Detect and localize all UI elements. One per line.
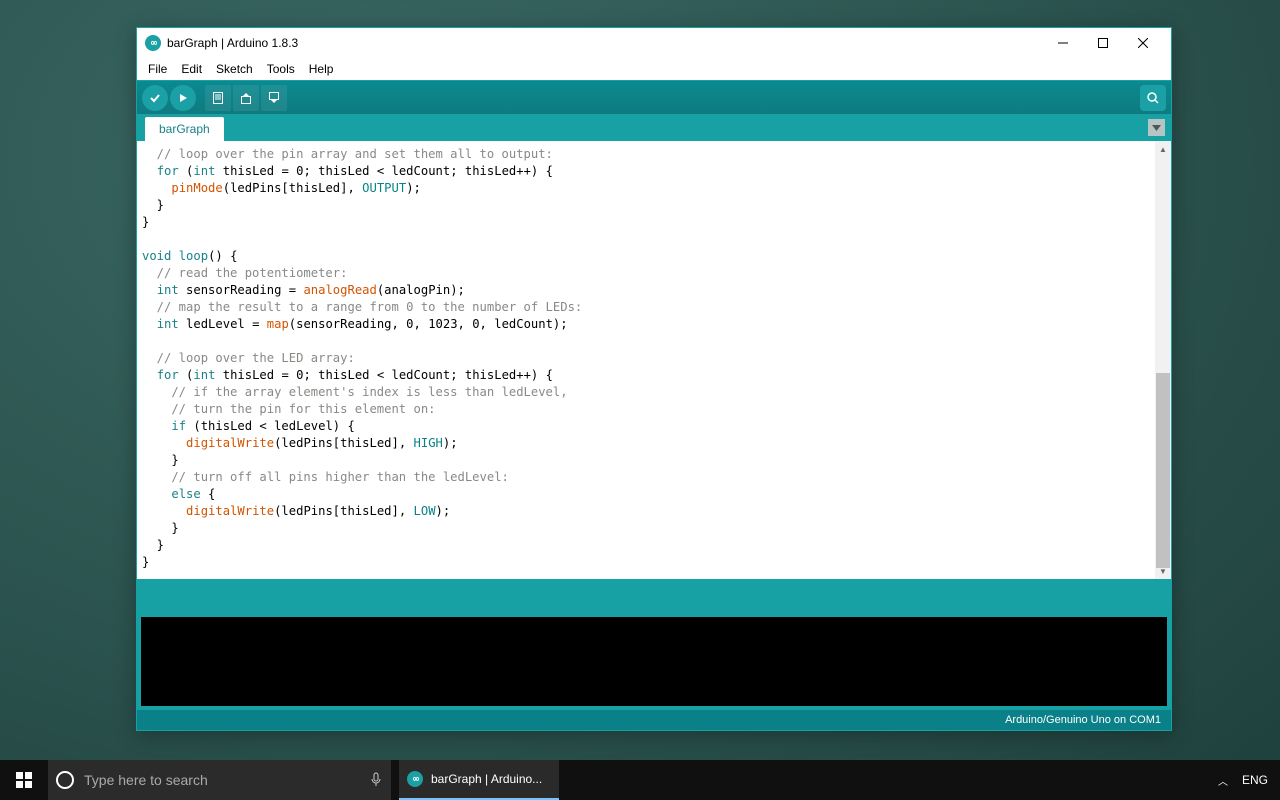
toolbar — [137, 81, 1171, 114]
minimize-button[interactable] — [1043, 28, 1083, 58]
menu-tools[interactable]: Tools — [262, 60, 300, 78]
tray-overflow-button[interactable]: ︿ — [1218, 773, 1228, 788]
tab-menu-button[interactable] — [1148, 119, 1165, 136]
scroll-down-icon[interactable]: ▼ — [1155, 563, 1171, 579]
menu-sketch[interactable]: Sketch — [211, 60, 258, 78]
scroll-up-icon[interactable]: ▲ — [1155, 141, 1171, 157]
code-editor[interactable]: // loop over the pin array and set them … — [137, 141, 1171, 579]
arduino-ide-window: ∞ barGraph | Arduino 1.8.3 File Edit Ske… — [136, 27, 1172, 731]
windows-logo-icon — [16, 772, 32, 788]
editor-scrollbar[interactable]: ▲ ▼ — [1155, 141, 1171, 579]
taskbar-app-label: barGraph | Arduino... — [431, 772, 542, 786]
windows-taskbar: Type here to search ∞ barGraph | Arduino… — [0, 760, 1280, 800]
verify-button[interactable] — [142, 85, 168, 111]
open-sketch-button[interactable] — [233, 85, 259, 111]
board-status-bar: Arduino/Genuino Uno on COM1 — [137, 710, 1171, 730]
menubar: File Edit Sketch Tools Help — [137, 58, 1171, 81]
taskbar-app-arduino[interactable]: ∞ barGraph | Arduino... — [399, 760, 559, 800]
start-button[interactable] — [0, 760, 48, 800]
cortana-icon — [56, 771, 74, 789]
menu-file[interactable]: File — [143, 60, 172, 78]
code-editor-pane: // loop over the pin array and set them … — [137, 141, 1171, 579]
taskbar-search[interactable]: Type here to search — [48, 760, 391, 800]
sketch-tab[interactable]: barGraph — [145, 117, 224, 141]
system-tray: ︿ ENG — [1206, 760, 1280, 800]
arduino-logo-icon: ∞ — [407, 771, 423, 787]
window-title: barGraph | Arduino 1.8.3 — [167, 36, 1037, 50]
titlebar[interactable]: ∞ barGraph | Arduino 1.8.3 — [137, 28, 1171, 58]
new-sketch-button[interactable] — [205, 85, 231, 111]
output-console[interactable] — [137, 613, 1171, 710]
scroll-thumb[interactable] — [1156, 373, 1170, 568]
status-strip — [137, 579, 1171, 613]
serial-monitor-button[interactable] — [1140, 85, 1166, 111]
maximize-button[interactable] — [1083, 28, 1123, 58]
menu-help[interactable]: Help — [304, 60, 339, 78]
board-port-label: Arduino/Genuino Uno on COM1 — [1005, 714, 1161, 726]
search-placeholder: Type here to search — [84, 772, 208, 788]
save-sketch-button[interactable] — [261, 85, 287, 111]
menu-edit[interactable]: Edit — [176, 60, 207, 78]
language-indicator[interactable]: ENG — [1242, 773, 1268, 787]
upload-button[interactable] — [170, 85, 196, 111]
arduino-logo-icon: ∞ — [145, 35, 161, 51]
close-button[interactable] — [1123, 28, 1163, 58]
tab-bar: barGraph — [137, 114, 1171, 141]
microphone-icon[interactable] — [368, 772, 383, 788]
